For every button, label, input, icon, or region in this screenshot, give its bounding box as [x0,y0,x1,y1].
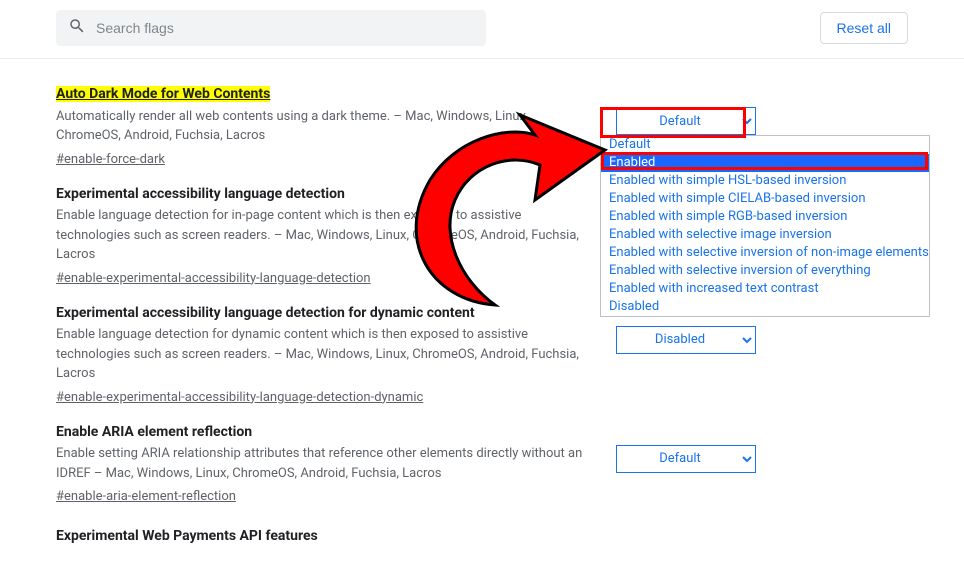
flag-description: Enable language detection for in-page co… [56,206,586,265]
flag-title: Experimental accessibility language dete… [56,304,586,324]
dropdown-option[interactable]: Default [601,136,929,154]
dropdown-option[interactable]: Disabled [601,298,929,316]
flag-description: Enable setting ARIA relationship attribu… [56,444,586,483]
reset-all-button[interactable]: Reset all [820,12,908,44]
flag-title: Experimental accessibility language dete… [56,185,586,205]
flag-hash-link[interactable]: #enable-force-dark [56,152,165,167]
flag-hash-link[interactable]: #enable-experimental-accessibility-langu… [56,390,423,405]
flag-hash-link[interactable]: #enable-aria-element-reflection [56,489,236,504]
dropdown-option[interactable]: Enabled with selective image inversion [601,226,929,244]
flag-value-select[interactable]: Disabled [616,326,756,354]
flag-row: Enable ARIA element reflection Enable se… [56,405,908,505]
flag-hash-link[interactable]: #enable-experimental-accessibility-langu… [56,271,371,286]
flag-title: Enable ARIA element reflection [56,423,586,443]
flag-title: Experimental Web Payments API features [56,504,908,544]
dropdown-option[interactable]: Enabled with selective inversion of ever… [601,262,929,280]
dropdown-option[interactable]: Enabled with simple RGB-based inversion [601,208,929,226]
flag-value-select[interactable]: Default [616,445,756,473]
search-container[interactable] [56,10,486,46]
dropdown-option[interactable]: Enabled with increased text contrast [601,280,929,298]
flag-description: Automatically render all web contents us… [56,107,586,146]
search-icon [68,17,86,39]
flag-description: Enable language detection for dynamic co… [56,325,586,384]
dropdown-option[interactable]: Enabled [601,154,929,172]
top-bar: Reset all [0,0,964,59]
dropdown-options-list[interactable]: DefaultEnabledEnabled with simple HSL-ba… [600,135,930,317]
dropdown-option[interactable]: Enabled with simple HSL-based inversion [601,172,929,190]
dropdown-option[interactable]: Enabled with simple CIELAB-based inversi… [601,190,929,208]
search-input[interactable] [96,20,474,36]
flag-value-select[interactable]: Default [616,107,756,135]
flag-title: Auto Dark Mode for Web Contents [56,86,270,102]
dropdown-option[interactable]: Enabled with selective inversion of non-… [601,244,929,262]
